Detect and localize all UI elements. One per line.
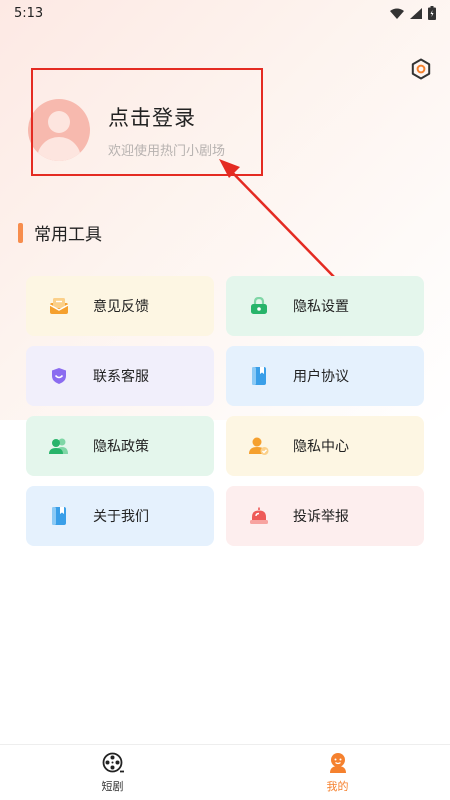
privacy-user-icon xyxy=(248,435,270,457)
section-title-text: 常用工具 xyxy=(34,225,102,245)
service-shield-icon xyxy=(48,365,70,387)
nav-item-short-drama[interactable]: 短剧 xyxy=(0,745,225,800)
tool-label: 投诉举报 xyxy=(293,509,349,525)
tool-complaint-report[interactable]: 投诉举报 xyxy=(226,486,424,546)
tool-user-agreement[interactable]: 用户协议 xyxy=(226,346,424,406)
tool-label: 用户协议 xyxy=(293,369,349,385)
tools-grid: 意见反馈 隐私设置 联系客服 用户协议 隐私政策 隐私中心 关于我们 投诉举报 xyxy=(26,276,424,546)
policy-people-icon xyxy=(48,435,70,457)
tool-label: 隐私中心 xyxy=(293,439,349,455)
nav-label: 我的 xyxy=(326,779,349,793)
nav-label: 短剧 xyxy=(101,779,124,793)
section-accent-bar xyxy=(18,222,23,243)
tool-about-us[interactable]: 关于我们 xyxy=(26,486,214,546)
nav-item-mine[interactable]: 我的 xyxy=(225,745,450,800)
tool-label: 意见反馈 xyxy=(93,299,149,315)
tool-label: 隐私政策 xyxy=(93,439,149,455)
bottom-nav: 短剧 我的 xyxy=(0,744,450,800)
tool-privacy-settings[interactable]: 隐私设置 xyxy=(226,276,424,336)
lock-icon xyxy=(248,295,270,317)
about-book-icon xyxy=(48,505,70,527)
tool-label: 关于我们 xyxy=(93,509,149,525)
tool-privacy-center[interactable]: 隐私中心 xyxy=(226,416,424,476)
tool-privacy-policy[interactable]: 隐私政策 xyxy=(26,416,214,476)
section-title: 常用工具 xyxy=(18,220,102,245)
tool-contact-service[interactable]: 联系客服 xyxy=(26,346,214,406)
tool-label: 联系客服 xyxy=(93,369,149,385)
film-reel-icon xyxy=(102,752,124,772)
agreement-book-icon xyxy=(248,365,270,387)
tool-feedback[interactable]: 意见反馈 xyxy=(26,276,214,336)
profile-face-icon xyxy=(329,752,346,773)
report-alarm-icon xyxy=(248,505,270,527)
tool-label: 隐私设置 xyxy=(293,299,349,315)
feedback-icon xyxy=(48,295,70,317)
